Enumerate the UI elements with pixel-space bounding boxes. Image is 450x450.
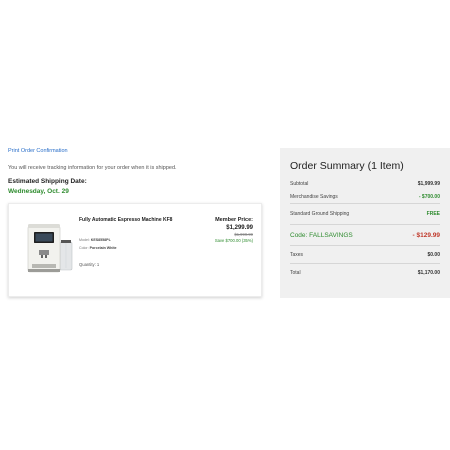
print-order-confirmation-link[interactable]: Print Order Confirmation [8, 148, 262, 154]
summary-value: - $700.00 [418, 193, 440, 200]
tracking-info-text: You will receive tracking information fo… [8, 165, 177, 171]
summary-row-promo-code: Code: FALLSAVINGS - $129.99 [290, 225, 440, 246]
price-block: Member Price: $1,299.99 $1,999.99 Save $… [173, 217, 253, 243]
estimated-shipping-label: Estimated Shipping Date: [8, 178, 87, 185]
summary-row-taxes: Taxes $0.00 [290, 246, 440, 264]
product-color: Color: Porcelain White [79, 246, 117, 250]
estimated-shipping-date: Wednesday, Oct. 29 [8, 188, 69, 195]
summary-row-total: Total $1,170.00 [290, 264, 440, 281]
summary-row-subtotal: Subtotal $1,999.99 [290, 178, 440, 191]
original-price: $1,999.99 [234, 232, 253, 237]
member-price: $1,299.99 [226, 225, 253, 231]
order-summary-title: Order Summary (1 Item) [290, 160, 404, 172]
promo-code-value: - $129.99 [412, 231, 440, 239]
product-quantity: Quantity: 1 [79, 262, 100, 267]
summary-value: $0.00 [427, 251, 440, 258]
summary-label: Standard Ground Shipping [290, 211, 350, 217]
summary-label: Merchandise Savings [290, 193, 338, 200]
promo-code-label: Code: FALLSAVINGS [290, 231, 353, 239]
summary-label: Taxes [290, 251, 304, 258]
product-model: Model: KES8558PL [79, 238, 111, 242]
summary-label: Subtotal [290, 181, 309, 188]
member-price-label: Member Price: [215, 217, 253, 223]
summary-row-shipping: Standard Ground Shipping FREE [290, 204, 440, 225]
espresso-machine-icon [27, 224, 73, 273]
summary-value: $1,999.99 [417, 181, 440, 188]
order-confirmation-panel: Print Order Confirmation You will receiv… [8, 148, 262, 297]
summary-value: FREE [426, 211, 440, 217]
savings-text: Save $700.00 (35%) [214, 238, 253, 243]
order-item-card: Fully Automatic Espresso Machine KF8 Mod… [8, 203, 262, 297]
order-summary-panel: Order Summary (1 Item) Subtotal $1,999.9… [280, 148, 450, 298]
summary-value: $1,170.00 [417, 269, 440, 276]
summary-row-merchandise-savings: Merchandise Savings - $700.00 [290, 191, 440, 204]
summary-label: Total [290, 269, 301, 276]
